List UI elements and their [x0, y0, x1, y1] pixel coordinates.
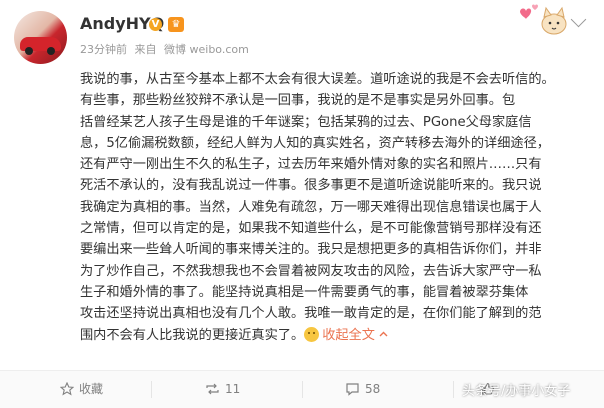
post-line: 生子和婚外情的事了。能坚持说真相是一件需要勇气的事，能冒着被翠芬集体	[80, 284, 529, 300]
more-menu-chevron-icon[interactable]	[570, 11, 587, 28]
post-line: 死活不承认的，没有我乱说过一件事。很多事更不是道听途说能听来的。我只说	[80, 178, 542, 194]
post-line: 括曾经某艺人孩子生母是谁的千年谜案；包括某鸦的过去、PGone父母家庭信	[80, 114, 532, 130]
star-icon	[59, 381, 75, 396]
toolbar-divider	[302, 381, 303, 398]
comment-icon	[346, 383, 359, 396]
v-badge-icon[interactable]: V	[149, 18, 162, 31]
favorite-label: 收藏	[79, 382, 104, 396]
cat-sticker-icon	[520, 4, 567, 35]
post-line: 之常情，但可以肯定的是，如果我不知道些什么，是不可能像营销号那样没有还	[80, 221, 542, 237]
avatar-wheel	[25, 47, 33, 55]
collapse-full-text-link[interactable]: 收起全文	[322, 328, 388, 343]
repost-button[interactable]: 11	[205, 371, 240, 408]
favorite-button[interactable]: 收藏	[59, 371, 104, 408]
watermark: 头条号/办事小女子	[462, 384, 571, 399]
post-time[interactable]: 23分钟前	[80, 43, 127, 56]
post-line: 为了炒作自己，不然我想我也不会冒着被网友攻击的风险，去告诉大家严守一私	[80, 263, 542, 279]
post-content: 我说的事，从古至今基本上都不太会有很大误差。道听途说的我是不会去听信的。 有些事…	[80, 69, 580, 346]
post-line: 有些事，那些粉丝狡辩不承认是一回事，我说的是不是事实是另外回事。包	[80, 93, 516, 109]
comment-button[interactable]: 58	[345, 371, 380, 408]
crown-badge-icon[interactable]: ♛	[168, 17, 184, 32]
post-meta: 23分钟前 来自 微博 weibo.com	[80, 41, 253, 57]
post-line: 我说的事，从古至今基本上都不太会有很大误差。道听途说的我是不会去听信的。	[80, 72, 555, 87]
post-line: 要编出来一些耸人听闻的事来博关注的。我只是想把更多的真相告诉你们，并非	[80, 242, 542, 258]
chevron-up-icon	[379, 331, 388, 337]
smile-emoji-icon	[304, 326, 320, 342]
comment-count: 58	[365, 382, 381, 396]
avatar[interactable]	[14, 11, 67, 64]
post-line: 息，5亿偷漏税数额，经纪人鲜为人知的真实姓名，资产转移去海外的详细途径，	[80, 135, 550, 151]
toolbar-divider	[453, 381, 454, 398]
post-line: 围内不会有人比我说的更接近真实了。	[80, 327, 305, 343]
toolbar-divider	[151, 381, 152, 398]
repost-count: 11	[225, 382, 241, 396]
post-source[interactable]: 微博 weibo.com	[164, 43, 249, 56]
post-line: 攻击还坚持说出真相也没有几个人敢。我唯一敢肯定的是，在你们能了解到的范	[80, 306, 542, 322]
repost-icon	[206, 383, 219, 395]
source-prefix: 来自	[134, 43, 157, 56]
post-line: 还有严守一刚出生不久的私生子，过去历年来婚外情对象的实名和照片……只有	[80, 157, 542, 173]
collapse-label: 收起全文	[322, 327, 375, 343]
post-line-last: 围内不会有人比我说的更接近真实了。 收起全文	[80, 325, 580, 346]
avatar-wheel	[47, 47, 55, 55]
post-line: 我确定为真相的事。当然，人难免有疏忽，万一哪天难得出现信息错误也属于人	[80, 199, 542, 215]
